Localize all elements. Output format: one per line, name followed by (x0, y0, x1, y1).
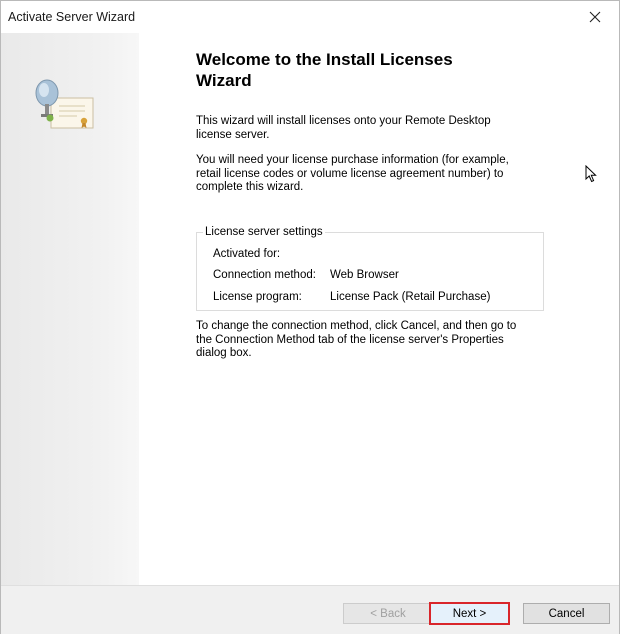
page-title: Welcome to the Install Licenses Wizard (196, 50, 453, 90)
info-text: You will need your license purchase info… (196, 154, 509, 193)
cancel-button[interactable]: Cancel (523, 603, 610, 624)
note-text: To change the connection method, click C… (196, 320, 517, 359)
close-icon (589, 11, 601, 23)
connection-method-value: Web Browser (330, 269, 399, 281)
mouse-pointer-icon (585, 165, 597, 183)
title-bar: Activate Server Wizard (1, 1, 619, 33)
license-program-label: License program: (213, 291, 302, 303)
next-button[interactable]: Next > (429, 602, 510, 625)
window-title: Activate Server Wizard (8, 10, 136, 24)
group-legend: License server settings (203, 226, 325, 238)
intro-text: This wizard will install licenses onto y… (196, 115, 491, 141)
wizard-side-panel (1, 33, 139, 585)
connection-method-label: Connection method: (213, 269, 316, 281)
wizard-content: Welcome to the Install Licenses Wizard T… (139, 33, 619, 585)
wizard-window: Activate Server Wizard Welcome to the In… (0, 0, 620, 634)
server-certificate-icon (35, 79, 94, 129)
activated-for-label: Activated for: (213, 248, 281, 260)
close-button[interactable] (575, 2, 615, 32)
license-server-settings-group: License server settings Activated for: C… (196, 226, 544, 311)
license-program-value: License Pack (Retail Purchase) (330, 291, 491, 303)
button-bar: < Back Next > Cancel (1, 585, 619, 634)
back-button[interactable]: < Back (343, 603, 433, 624)
